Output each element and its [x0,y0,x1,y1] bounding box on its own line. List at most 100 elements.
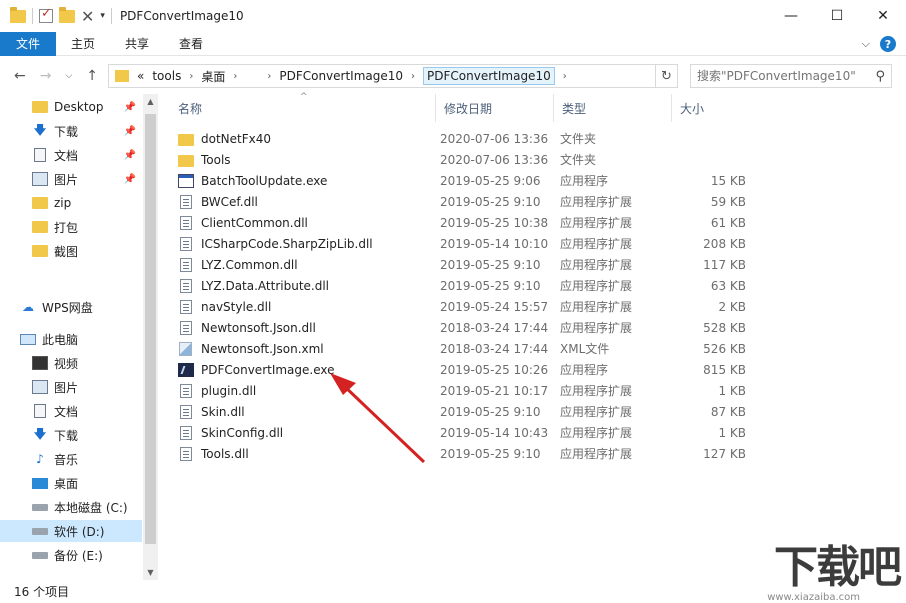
table-row[interactable]: ICSharpCode.SharpZipLib.dll 2019-05-14 10… [170,233,906,254]
table-row[interactable]: Tools 2020-07-06 13:36 文件夹 [170,149,906,170]
nav-item-screenshots[interactable]: 截图 [0,240,142,262]
nav-item-documents[interactable]: 文档 📌 [0,144,142,166]
nav-item-pictures-pc[interactable]: 图片 [0,376,142,398]
nav-item-drive-e[interactable]: 备份 (E:) [0,544,142,566]
customize-dropdown-icon[interactable]: ▾ [100,11,105,21]
help-icon[interactable]: ? [880,36,896,52]
nav-item-desktop[interactable]: Desktop 📌 [0,96,142,118]
tab-home[interactable]: 主页 [56,32,110,56]
file-size: 526 KB [703,341,746,356]
nav-item-label: 本地磁盘 (C:) [54,500,128,515]
up-button[interactable]: ↑ [86,68,98,84]
search-icon[interactable]: ⚲ [875,69,885,84]
nav-item-label: 软件 (D:) [54,524,105,539]
table-row[interactable]: LYZ.Common.dll 2019-05-25 9:10 应用程序扩展 117 K… [170,254,906,275]
nav-pane-scrollbar[interactable]: ▲ ▼ [143,94,158,580]
breadcrumb-tools[interactable]: tools [152,69,181,83]
file-name-cell[interactable]: Tools.dll [178,446,249,461]
forward-button[interactable]: → [40,68,52,84]
file-name-cell[interactable]: ClientCommon.dll [178,215,308,230]
table-row[interactable]: Tools.dll 2019-05-25 9:10 应用程序扩展 127 KB [170,443,906,464]
nav-item-drive-d[interactable]: 软件 (D:) [0,520,142,542]
table-row[interactable]: PDFConvertImage.exe 2019-05-25 10:26 应用程序 8… [170,359,906,380]
nav-item-pictures[interactable]: 图片 📌 [0,168,142,190]
nav-item-downloads-pc[interactable]: 🡇 下载 [0,424,142,446]
maximize-button[interactable]: ☐ [814,0,860,32]
table-row[interactable]: BWCef.dll 2019-05-25 9:10 应用程序扩展 59 KB [170,191,906,212]
nav-item-music[interactable]: ♪ 音乐 [0,448,142,470]
file-name-cell[interactable]: BatchToolUpdate.exe [178,173,327,188]
file-size: 127 KB [703,446,746,461]
nav-item-this-pc[interactable]: 此电脑 [0,328,142,350]
tab-view[interactable]: 查看 [164,32,218,56]
properties-icon[interactable] [39,6,53,23]
breadcrumb-overflow[interactable]: « [137,69,144,83]
table-row[interactable]: LYZ.Data.Attribute.dll 2019-05-25 9:10 应用程… [170,275,906,296]
table-row[interactable]: BatchToolUpdate.exe 2019-05-25 9:06 应用程序 15… [170,170,906,191]
file-name-cell[interactable]: Tools [178,153,231,167]
file-name-cell[interactable]: dotNetFx40 [178,132,271,146]
search-box[interactable]: ⚲ [690,64,892,88]
expand-ribbon-icon[interactable]: ⌵ [862,37,870,51]
table-row[interactable]: Newtonsoft.Json.xml 2018-03-24 17:44 XML文件… [170,338,906,359]
file-name-cell[interactable]: SkinConfig.dll [178,425,283,440]
tab-share[interactable]: 共享 [110,32,164,56]
breadcrumb-separator-icon[interactable]: › [411,71,415,82]
table-row[interactable]: SkinConfig.dll 2019-05-14 10:43 应用程序扩展 1 KB [170,422,906,443]
dll-file-icon [180,383,192,398]
scrollbar-thumb[interactable] [145,114,156,544]
scroll-up-icon[interactable]: ▲ [143,94,158,109]
breadcrumb-separator-icon[interactable]: › [563,71,567,82]
file-name-cell[interactable]: ICSharpCode.SharpZipLib.dll [178,236,373,251]
tab-file[interactable]: 文件 [0,31,56,56]
nav-item-desktop-pc[interactable]: 桌面 [0,472,142,494]
column-header-date[interactable]: 修改日期 [436,94,554,122]
file-name-cell[interactable]: plugin.dll [178,383,256,398]
minimize-button[interactable]: — [768,0,814,32]
search-input[interactable] [697,69,867,83]
file-type: 应用程序扩展 [560,195,633,209]
file-name-cell[interactable]: navStyle.dll [178,299,271,314]
nav-item-documents-pc[interactable]: 文档 [0,400,142,422]
breadcrumb-separator-icon[interactable]: › [189,71,193,82]
back-button[interactable]: ← [14,68,26,84]
recent-locations-button[interactable]: ⌵ [65,71,72,81]
nav-item-label: zip [54,196,72,210]
nav-item-package[interactable]: 打包 [0,216,142,238]
file-name-cell[interactable]: PDFConvertImage.exe [178,362,335,377]
column-header-name[interactable]: 名称 ^ [170,92,436,122]
nav-item-downloads[interactable]: 🡇 下载 📌 [0,120,142,142]
table-row[interactable]: navStyle.dll 2019-05-24 15:57 应用程序扩展 2 KB [170,296,906,317]
file-name-cell[interactable]: LYZ.Data.Attribute.dll [178,278,329,293]
file-name-cell[interactable]: Skin.dll [178,404,245,419]
file-name: Newtonsoft.Json.dll [201,320,316,335]
nav-item-drive-c[interactable]: 本地磁盘 (C:) [0,496,142,518]
table-row[interactable]: plugin.dll 2019-05-21 10:17 应用程序扩展 1 KB [170,380,906,401]
table-row[interactable]: Newtonsoft.Json.dll 2018-03-24 17:44 应用程序扩… [170,317,906,338]
file-name-cell[interactable]: LYZ.Common.dll [178,257,298,272]
column-header-size[interactable]: 大小 [672,94,772,122]
file-size: 815 KB [703,362,746,377]
column-header-type[interactable]: 类型 [554,94,672,122]
table-row[interactable]: ClientCommon.dll 2019-05-25 10:38 应用程序扩展 61… [170,212,906,233]
breadcrumb-separator-icon[interactable]: › [233,71,237,82]
refresh-button[interactable]: ↻ [655,65,677,87]
close-button[interactable]: ✕ [860,0,906,32]
nav-item-videos[interactable]: 视频 [0,352,142,374]
file-size: 117 KB [703,257,746,272]
new-folder-icon[interactable] [59,6,75,23]
file-name-cell[interactable]: BWCef.dll [178,194,258,209]
breadcrumb-desktop[interactable]: 桌面 [201,68,225,85]
address-bar[interactable]: « tools › 桌面 › › PDFConvertImage10 › PDF… [108,64,678,88]
nav-item-wps-cloud[interactable]: ☁ WPS网盘 [0,296,142,318]
table-row[interactable]: dotNetFx40 2020-07-06 13:36 文件夹 [170,128,906,149]
breadcrumb-current[interactable]: PDFConvertImage10 [423,67,555,85]
breadcrumb-pdfconvertimage10[interactable]: PDFConvertImage10 [279,69,403,83]
table-row[interactable]: Skin.dll 2019-05-25 9:10 应用程序扩展 87 KB [170,401,906,422]
breadcrumb-separator-icon[interactable]: › [267,71,271,82]
nav-item-zip[interactable]: zip [0,192,142,214]
file-name-cell[interactable]: Newtonsoft.Json.dll [178,320,316,335]
scroll-down-icon[interactable]: ▼ [143,565,158,580]
file-name-cell[interactable]: Newtonsoft.Json.xml [178,341,324,356]
delete-icon[interactable]: ✕ [81,7,94,26]
